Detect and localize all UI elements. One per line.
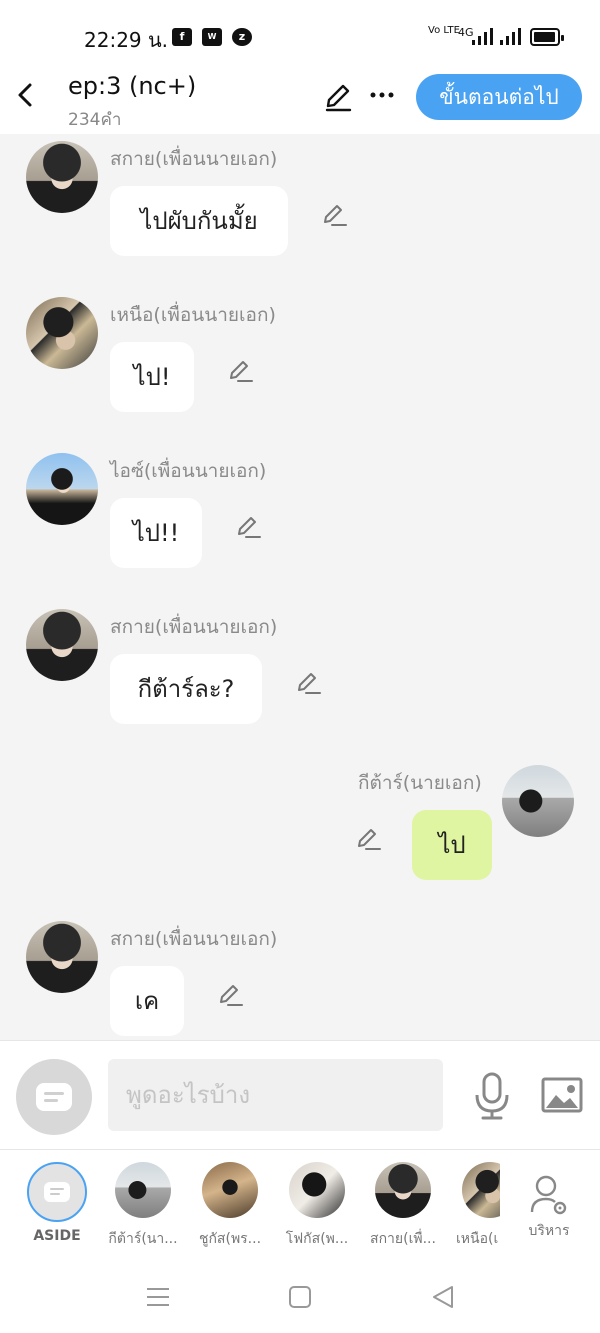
facebook-icon: f	[172, 28, 192, 46]
message-bubble[interactable]: ไป!!	[110, 498, 202, 568]
status-bar: 22:29 น. f W z Vo LTE 4G	[0, 0, 600, 72]
edit-message-icon[interactable]	[234, 512, 262, 540]
microphone-icon[interactable]	[470, 1071, 514, 1121]
message-bubble[interactable]: ไป!	[110, 342, 194, 412]
message-sender: สกาย(เพื่อนนายเอก)	[110, 616, 278, 638]
message-sender: เหนือ(เพื่อนนายเอก)	[110, 304, 276, 326]
message-bubble[interactable]: ไป	[412, 810, 492, 880]
avatar-sky[interactable]	[26, 921, 98, 993]
character-sky[interactable]: สกาย(เพื่...	[361, 1162, 445, 1250]
character-label: กีต้าร์(นา...	[108, 1231, 178, 1247]
chat-area[interactable]: สกาย(เพื่อนนายเอก) ไปผับกันมั้ย เหนือ(เพ…	[0, 134, 600, 1040]
home-icon[interactable]	[285, 1282, 315, 1312]
character-label: ชูกัส(พร...	[198, 1231, 262, 1247]
character-avatar	[289, 1162, 345, 1218]
message-sender: สกาย(เพื่อนนายเอก)	[110, 148, 278, 170]
character-aside[interactable]: ASIDE	[15, 1162, 99, 1244]
avatar-ice[interactable]	[26, 453, 98, 525]
zalo-icon: z	[232, 28, 252, 46]
character-label: เหนือ(เ	[456, 1231, 499, 1247]
character-label: บริหาร	[528, 1223, 570, 1239]
back-triangle-icon[interactable]	[428, 1282, 458, 1312]
message-bubble[interactable]: กีต้าร์ละ?	[110, 654, 262, 724]
webtoon-icon: W	[202, 28, 222, 46]
edit-message-icon[interactable]	[320, 200, 348, 228]
character-sugus[interactable]: ชูกัส(พร...	[188, 1162, 272, 1250]
system-nav-bar	[0, 1260, 600, 1333]
message-sender: สกาย(เพื่อนนายเอก)	[110, 928, 278, 950]
signal-icon	[472, 28, 493, 45]
character-avatar	[115, 1162, 171, 1218]
message-sender: กีต้าร์(นายเอก)	[358, 772, 482, 794]
composer-bar	[0, 1040, 600, 1150]
message-bubble[interactable]: ไปผับกันมั้ย	[110, 186, 288, 256]
pencil-icon[interactable]	[322, 80, 354, 112]
character-avatar	[375, 1162, 431, 1218]
message-bubble[interactable]: เค	[110, 966, 184, 1036]
character-selector: ASIDE กีต้าร์(นา... ชูกัส(พร... โฟกัส(พ.…	[0, 1150, 600, 1260]
character-nuea[interactable]: เหนือ(เ	[448, 1162, 500, 1250]
edit-message-icon[interactable]	[216, 980, 244, 1008]
volte-indicator: Vo LTE	[428, 25, 460, 36]
signal-icon-2	[500, 28, 521, 45]
back-arrow-icon[interactable]	[14, 80, 40, 110]
more-options-icon[interactable]	[368, 80, 396, 110]
avatar-guitar[interactable]	[502, 765, 574, 837]
character-label: สกาย(เพื่...	[370, 1231, 436, 1247]
avatar-sky[interactable]	[26, 141, 98, 213]
menu-icon[interactable]	[143, 1282, 173, 1312]
edit-message-icon[interactable]	[226, 356, 254, 384]
character-focus[interactable]: โฟกัส(พ...	[275, 1162, 359, 1250]
image-icon[interactable]	[540, 1075, 584, 1115]
aside-icon	[36, 1083, 72, 1111]
episode-title: ep:3 (nc+)	[68, 72, 197, 100]
status-time: 22:29 น.	[84, 28, 169, 52]
edit-message-icon[interactable]	[294, 668, 322, 696]
edit-message-icon[interactable]	[354, 824, 382, 852]
aside-character-button[interactable]	[16, 1059, 92, 1135]
word-count: 234คำ	[68, 110, 122, 130]
character-avatar	[202, 1162, 258, 1218]
manage-characters-icon	[530, 1175, 567, 1215]
header: ep:3 (nc+) 234คำ ขั้นตอนต่อไป	[0, 72, 600, 134]
aside-icon	[27, 1162, 87, 1222]
character-avatar	[462, 1162, 500, 1218]
next-step-button[interactable]: ขั้นตอนต่อไป	[416, 74, 582, 120]
character-label: ASIDE	[33, 1228, 81, 1244]
battery-icon	[530, 28, 564, 46]
avatar-nuea[interactable]	[26, 297, 98, 369]
character-label: โฟกัส(พ...	[285, 1231, 349, 1247]
manage-characters[interactable]: บริหาร	[507, 1162, 591, 1242]
avatar-sky[interactable]	[26, 609, 98, 681]
character-guitar[interactable]: กีต้าร์(นา...	[101, 1162, 185, 1250]
message-input[interactable]	[108, 1059, 443, 1131]
message-sender: ไอซ์(เพื่อนนายเอก)	[110, 460, 267, 482]
